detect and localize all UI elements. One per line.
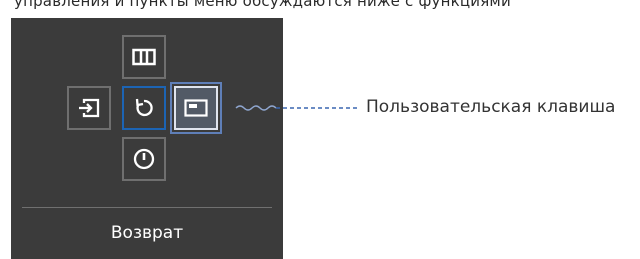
custom-key-callout-label: Пользовательская клавиша [366, 97, 616, 117]
callout-leader-line [235, 105, 358, 111]
